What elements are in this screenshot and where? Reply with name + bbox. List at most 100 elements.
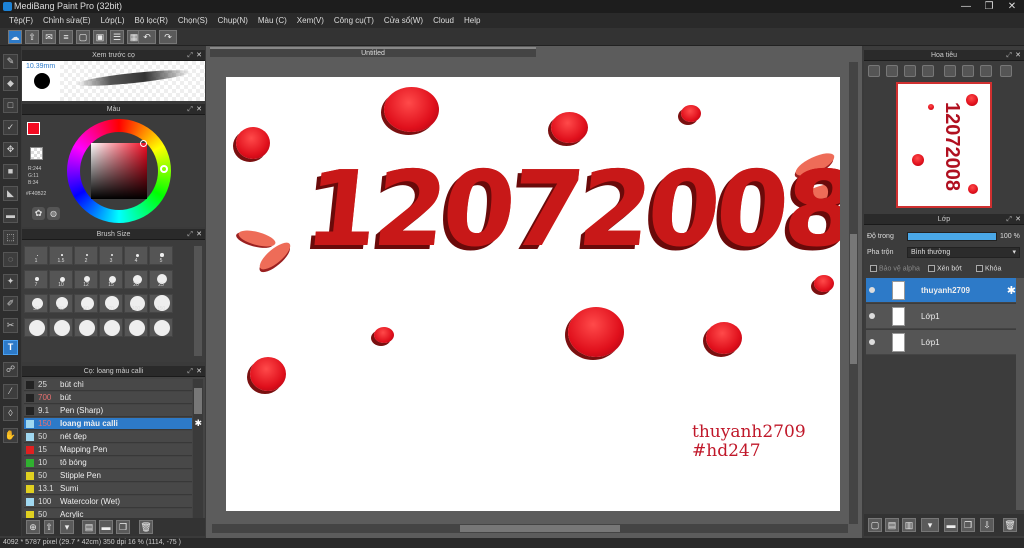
pin-icon[interactable]: ⤢ <box>187 50 193 61</box>
close-icon[interactable]: ✕ <box>1015 50 1021 61</box>
magic-wand-icon[interactable]: ✦ <box>3 274 18 289</box>
pin-icon[interactable]: ⤢ <box>187 366 193 377</box>
menu-help[interactable]: Help <box>459 13 485 28</box>
brush-size-cell[interactable]: 25 <box>149 270 173 289</box>
close-icon[interactable]: ✕ <box>196 104 202 115</box>
new-file-icon[interactable]: ▢ <box>76 30 90 44</box>
shape-tool-icon[interactable]: ■ <box>3 164 18 179</box>
menu-snap[interactable]: Chụp(N) <box>213 13 253 28</box>
bucket-tool-icon[interactable]: ◣ <box>3 186 18 201</box>
menu-tools[interactable]: Công cụ(T) <box>329 13 379 28</box>
brush-size-scrollbar[interactable] <box>194 246 202 356</box>
comment-icon[interactable]: ✉ <box>42 30 56 44</box>
menu-color[interactable]: Màu (C) <box>253 13 292 28</box>
reset-rotation-icon[interactable] <box>980 65 992 77</box>
brush-size-cell[interactable]: 5 <box>149 246 173 265</box>
layer-row[interactable]: Lớp1 <box>866 304 1016 329</box>
brush-size-cell[interactable]: 1 <box>24 246 48 265</box>
brush-size-cell[interactable]: 40 <box>49 294 73 313</box>
upload-brush-icon[interactable]: ⇧ <box>44 520 54 534</box>
gradient-tool-icon[interactable]: ▬ <box>3 208 18 223</box>
eye-icon[interactable] <box>869 339 875 345</box>
menu-layer[interactable]: Lớp(L) <box>96 13 130 28</box>
new-halftone-layer-icon[interactable]: ▤ <box>885 518 899 532</box>
brush-size-cell[interactable] <box>149 318 173 337</box>
brush-size-cell[interactable]: 1.5 <box>49 246 73 265</box>
minimize-button[interactable]: — <box>955 0 977 13</box>
layer-type-icon[interactable]: ▾ <box>921 518 939 532</box>
brush-size-cell[interactable]: 70 <box>99 294 123 313</box>
eraser-tool-icon[interactable]: ◆ <box>3 76 18 91</box>
folder-icon[interactable]: ▬ <box>99 520 113 534</box>
brush-list-scrollbar[interactable] <box>193 379 203 518</box>
drawing-canvas[interactable]: 12072008 thuyanh2709 #hd247 <box>226 77 840 511</box>
rect-tool-icon[interactable]: □ <box>3 98 18 113</box>
color-picker-handle[interactable] <box>140 140 147 147</box>
menu-cloud[interactable]: Cloud <box>428 13 459 28</box>
rotate-left-icon[interactable] <box>944 65 956 77</box>
brush-settings-icon[interactable]: ▤ <box>82 520 96 534</box>
brush-list-item[interactable]: 9.1 Pen (Sharp) <box>24 405 192 417</box>
eyedropper-icon[interactable]: ◍ <box>47 207 60 220</box>
text-tool-icon[interactable]: T <box>3 340 18 355</box>
close-icon[interactable]: ✕ <box>196 229 202 240</box>
upload-icon[interactable]: ⇧ <box>25 30 39 44</box>
save-icon[interactable]: ▣ <box>93 30 107 44</box>
brush-size-cell[interactable]: 7 <box>24 270 48 289</box>
menu-file[interactable]: Tệp(F) <box>4 13 38 28</box>
hue-wheel[interactable] <box>67 119 171 223</box>
eyedropper-icon[interactable]: ⁄ <box>3 384 18 399</box>
pin-icon[interactable]: ⤢ <box>1006 50 1012 61</box>
layer-row[interactable]: Lớp1 <box>866 330 1016 355</box>
pen-tool-icon[interactable]: ✓ <box>3 120 18 135</box>
lasso-tool-icon[interactable]: ◌ <box>3 252 18 267</box>
hand-tool-icon[interactable]: ✋ <box>3 428 18 443</box>
brush-size-cell[interactable]: 3 <box>99 246 123 265</box>
menu-view[interactable]: Xem(V) <box>292 13 329 28</box>
pin-icon[interactable]: ⤢ <box>1006 214 1012 225</box>
menu-filter[interactable]: Bộ lọc(R) <box>130 13 173 28</box>
horizontal-scrollbar[interactable] <box>212 524 848 533</box>
brush-size-cell[interactable]: 50 <box>74 294 98 313</box>
dropper-icon[interactable]: ◊ <box>3 406 18 421</box>
transparent-swatch[interactable] <box>30 147 43 160</box>
brush-list-item[interactable]: 150 loang màu calli ✱ <box>24 418 202 430</box>
scroll-thumb[interactable] <box>194 388 202 414</box>
brush-size-cell[interactable]: 4 <box>124 246 148 265</box>
cloud-icon[interactable]: ☁ <box>8 30 22 44</box>
add-brush-icon[interactable]: ⊕ <box>26 520 40 534</box>
brush-size-cell[interactable] <box>124 318 148 337</box>
redo-icon[interactable]: ↷ <box>159 30 177 44</box>
gear-icon[interactable]: ✱ <box>1007 284 1016 297</box>
palette-icon[interactable]: ✿ <box>32 207 45 220</box>
brush-size-cell[interactable]: 2 <box>74 246 98 265</box>
close-button[interactable]: ✕ <box>1001 0 1023 13</box>
zoom-in-icon[interactable] <box>868 65 880 77</box>
clipping-checkbox[interactable]: Xén bớt <box>928 265 962 272</box>
brush-size-cell[interactable] <box>24 318 48 337</box>
merge-down-icon[interactable]: ⇩ <box>980 518 994 532</box>
menu-select[interactable]: Chọn(S) <box>173 13 213 28</box>
maximize-button[interactable]: ❐ <box>978 0 1000 13</box>
vertical-scrollbar[interactable] <box>849 62 858 524</box>
brush-list-item[interactable]: 25 bút chì <box>24 379 192 391</box>
brush-size-cell[interactable] <box>99 318 123 337</box>
opacity-slider[interactable] <box>907 232 997 241</box>
brush-size-cell[interactable]: 20 <box>124 270 148 289</box>
brush-type-icon[interactable]: ▾ <box>60 520 74 534</box>
brush-list-item[interactable]: 10 tô bóng <box>24 457 192 469</box>
select-eraser-icon[interactable]: ✂ <box>3 318 18 333</box>
chat-icon[interactable]: ≡ <box>59 30 73 44</box>
brush-list-item[interactable]: 50 Stipple Pen <box>24 470 192 482</box>
lock-checkbox[interactable]: Khóa <box>976 265 1001 272</box>
brush-list-item[interactable]: 700 bút <box>24 392 192 404</box>
brush-size-cell[interactable]: 100 <box>124 294 148 313</box>
eye-icon[interactable] <box>869 313 875 319</box>
navigator-thumbnail[interactable]: 12072008 <box>896 82 992 208</box>
flip-icon[interactable] <box>1000 65 1012 77</box>
brush-list-item[interactable]: 100 Watercolor (Wet) <box>24 496 192 508</box>
delete-layer-icon[interactable]: 🗑 <box>1003 518 1017 532</box>
folder-icon[interactable]: ▬ <box>944 518 958 532</box>
duplicate-layer-icon[interactable]: ❐ <box>961 518 975 532</box>
close-icon[interactable]: ✕ <box>196 50 202 61</box>
